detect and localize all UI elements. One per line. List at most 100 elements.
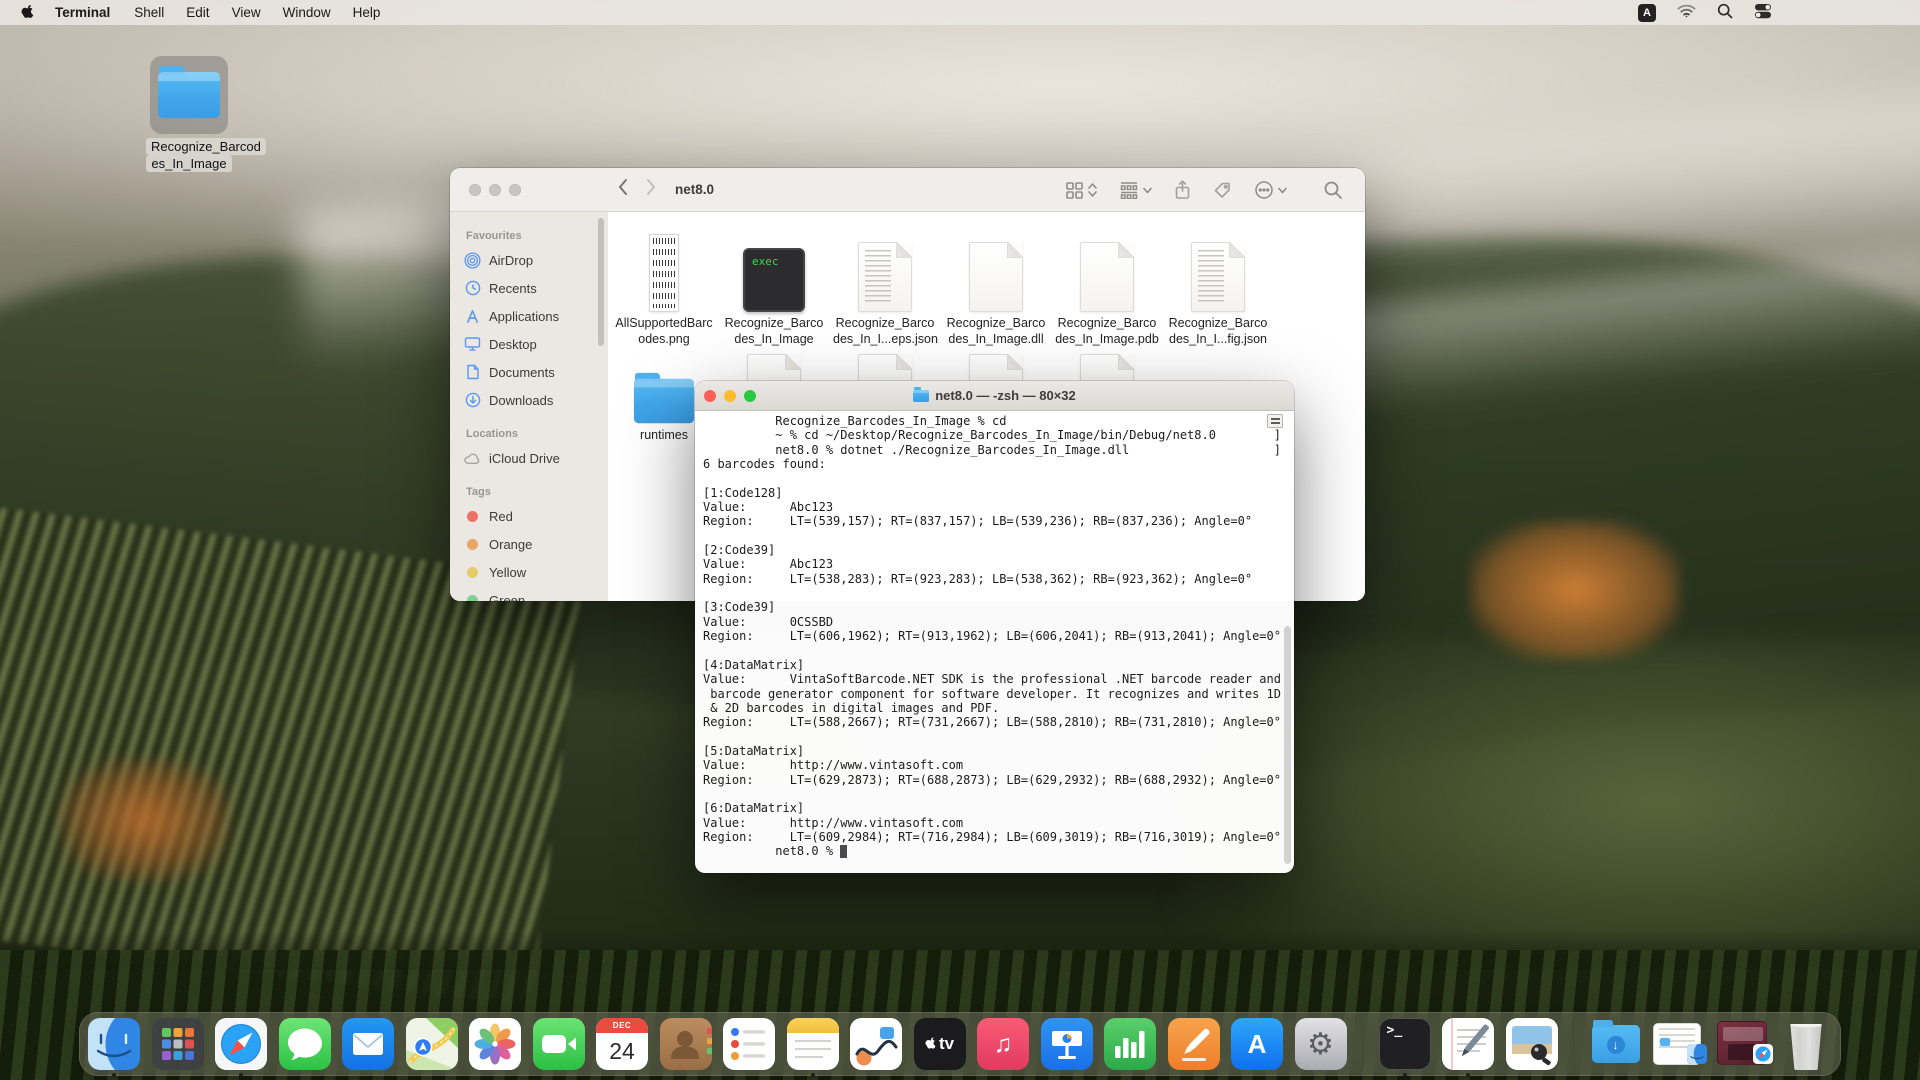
finder-badge-icon bbox=[1687, 1044, 1707, 1069]
freeform-icon bbox=[850, 1018, 902, 1070]
sidebar-tag-yellow[interactable]: Yellow bbox=[464, 558, 608, 586]
contacts-icon bbox=[660, 1018, 712, 1070]
terminal-output: Recognize_Barcodes_In_Image % cd ] ~ % c… bbox=[703, 414, 1294, 844]
dock-item-facetime[interactable] bbox=[533, 1018, 585, 1070]
file-runtimeconfig-json[interactable]: Recognize_Barcodes_In_I...fig.json bbox=[1166, 232, 1270, 347]
sidebar-header-locations: Locations bbox=[466, 428, 608, 440]
running-indicator bbox=[1466, 1073, 1470, 1077]
close-button[interactable] bbox=[469, 184, 481, 196]
orange-tag-icon bbox=[464, 539, 481, 550]
group-by-icon[interactable] bbox=[1119, 181, 1152, 199]
menu-view[interactable]: View bbox=[221, 0, 272, 25]
sidebar-item-documents[interactable]: Documents bbox=[464, 358, 608, 386]
apple-menu-icon[interactable] bbox=[21, 4, 36, 21]
dock-item-minimized-safari-window[interactable] bbox=[1717, 1018, 1769, 1070]
downloads-icon bbox=[464, 392, 481, 408]
sidebar-item-icloud-drive[interactable]: iCloud Drive bbox=[464, 444, 608, 472]
menu-terminal[interactable]: Terminal bbox=[44, 0, 121, 25]
menu-window[interactable]: Window bbox=[272, 0, 342, 25]
dock-item-pages[interactable] bbox=[1168, 1018, 1220, 1070]
downloads-folder-icon: ↓ bbox=[1590, 1018, 1642, 1070]
sidebar-tag-red[interactable]: Red bbox=[464, 502, 608, 530]
menu-help[interactable]: Help bbox=[342, 0, 392, 25]
dock-item-finder[interactable] bbox=[88, 1018, 140, 1070]
airdrop-icon bbox=[464, 252, 481, 269]
dock-item-system-settings[interactable]: ⚙ bbox=[1295, 1018, 1347, 1070]
wifi-icon[interactable] bbox=[1677, 4, 1696, 21]
launchpad-icon bbox=[152, 1018, 204, 1070]
file-allsupportedbarcodes-png[interactable]: AllSupportedBarcodes.png bbox=[612, 232, 716, 347]
apple-tv-icon: tv bbox=[914, 1018, 966, 1070]
terminal-scrollbar[interactable] bbox=[1284, 626, 1291, 864]
sidebar-item-desktop[interactable]: Desktop bbox=[464, 330, 608, 358]
calendar-day: 24 bbox=[596, 1033, 648, 1070]
spotlight-search-icon[interactable] bbox=[1717, 3, 1733, 22]
dock-item-preview[interactable] bbox=[1506, 1018, 1558, 1070]
dock-item-trash[interactable] bbox=[1780, 1018, 1832, 1070]
dock-item-photos[interactable] bbox=[469, 1018, 521, 1070]
dock-item-maps[interactable] bbox=[406, 1018, 458, 1070]
dock-item-minimized-finder-window[interactable] bbox=[1653, 1018, 1705, 1070]
pages-icon bbox=[1168, 1018, 1220, 1070]
menu-shell[interactable]: Shell bbox=[123, 0, 175, 25]
dock-item-numbers[interactable] bbox=[1104, 1018, 1156, 1070]
file-pdb[interactable]: Recognize_Barcodes_In_Image.pdb bbox=[1055, 232, 1159, 347]
dock-item-calendar[interactable]: DEC 24 bbox=[596, 1018, 648, 1070]
terminal-content[interactable]: Recognize_Barcodes_In_Image % cd ] ~ % c… bbox=[695, 411, 1294, 872]
minimize-button[interactable] bbox=[489, 184, 501, 196]
cloud-icon bbox=[464, 452, 481, 465]
share-icon[interactable] bbox=[1174, 180, 1191, 200]
dock-item-app-store[interactable]: A bbox=[1231, 1018, 1283, 1070]
download-arrow-icon: ↓ bbox=[1607, 1036, 1625, 1054]
file-deps-json[interactable]: Recognize_Barcodes_In_I...eps.json bbox=[833, 232, 937, 347]
dock-item-reminders[interactable] bbox=[723, 1018, 775, 1070]
desktop-icon-recognize-barcodes[interactable]: Recognize_Barcod es_In_Image bbox=[146, 56, 232, 172]
document-icon bbox=[1080, 242, 1134, 312]
zoom-button[interactable] bbox=[509, 184, 521, 196]
back-icon[interactable] bbox=[617, 178, 629, 201]
desktop-icon bbox=[464, 336, 481, 352]
file-dll[interactable]: Recognize_Barcodes_In_Image.dll bbox=[944, 232, 1048, 347]
dock-item-freeform[interactable] bbox=[850, 1018, 902, 1070]
tag-icon[interactable] bbox=[1213, 181, 1232, 200]
sidebar-item-applications[interactable]: Applications bbox=[464, 302, 608, 330]
dock-item-launchpad[interactable] bbox=[152, 1018, 204, 1070]
finder-window-controls bbox=[469, 184, 521, 196]
dock-item-tv[interactable]: tv bbox=[914, 1018, 966, 1070]
forward-icon[interactable] bbox=[645, 178, 657, 201]
control-center-icon[interactable] bbox=[1754, 3, 1772, 22]
dock-item-terminal[interactable]: >_ bbox=[1379, 1018, 1431, 1070]
search-icon[interactable] bbox=[1323, 180, 1343, 200]
minimized-safari-window-thumbnail bbox=[1717, 1021, 1767, 1065]
document-icon bbox=[969, 242, 1023, 312]
dock-item-notes[interactable] bbox=[787, 1018, 839, 1070]
sidebar-item-downloads[interactable]: Downloads bbox=[464, 386, 608, 414]
terminal-marks-button[interactable] bbox=[1267, 414, 1283, 428]
sidebar-item-recents[interactable]: Recents bbox=[464, 274, 608, 302]
running-indicator bbox=[112, 1073, 116, 1077]
dock-item-music[interactable]: ♫ bbox=[977, 1018, 1029, 1070]
sidebar-header-favourites: Favourites bbox=[466, 230, 608, 242]
input-source-icon[interactable]: A bbox=[1638, 4, 1656, 22]
dock-item-keynote[interactable] bbox=[1041, 1018, 1093, 1070]
calendar-month: DEC bbox=[596, 1018, 648, 1033]
terminal-window[interactable]: net8.0 — -zsh — 80×32 Recognize_Barcodes… bbox=[695, 381, 1294, 873]
folder-icon bbox=[634, 379, 694, 424]
dock-item-downloads[interactable]: ↓ bbox=[1590, 1018, 1642, 1070]
sidebar-tag-orange[interactable]: Orange bbox=[464, 530, 608, 558]
sidebar-item-airdrop[interactable]: AirDrop bbox=[464, 246, 608, 274]
finder-icon bbox=[88, 1018, 140, 1070]
dock-item-mail[interactable] bbox=[342, 1018, 394, 1070]
menu-edit[interactable]: Edit bbox=[175, 0, 220, 25]
dock-item-textedit[interactable] bbox=[1442, 1018, 1494, 1070]
sidebar-scrollbar[interactable] bbox=[598, 218, 604, 346]
dock-item-contacts[interactable] bbox=[660, 1018, 712, 1070]
dock-item-safari[interactable] bbox=[215, 1018, 267, 1070]
file-recognize-barcodes-executable[interactable]: exec Recognize_Barcodes_In_Image bbox=[722, 232, 826, 347]
applications-icon bbox=[464, 309, 481, 324]
dock-item-messages[interactable] bbox=[279, 1018, 331, 1070]
finder-sidebar: Favourites AirDrop Recents Applications … bbox=[450, 212, 608, 601]
more-actions-icon[interactable] bbox=[1254, 180, 1287, 200]
sidebar-tag-green[interactable]: Green bbox=[464, 586, 608, 601]
view-grid-icon[interactable] bbox=[1065, 181, 1097, 200]
